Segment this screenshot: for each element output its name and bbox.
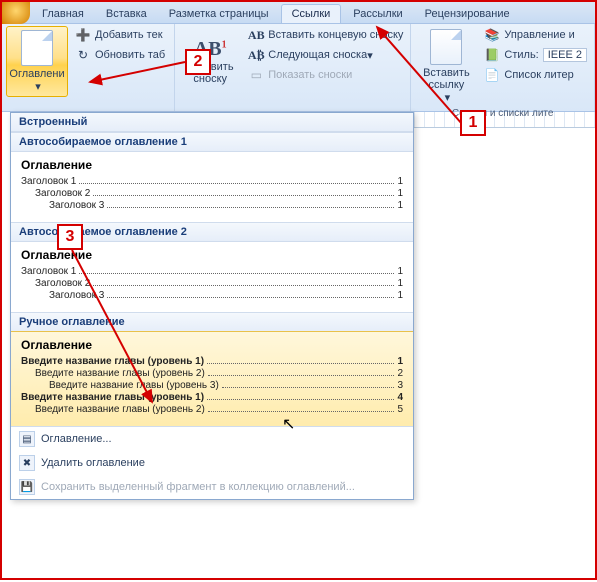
toc-icon bbox=[21, 30, 53, 66]
save-icon: 💾 bbox=[19, 479, 35, 495]
gallery-item-auto1[interactable]: Автособираемое оглавление 1 bbox=[11, 132, 413, 152]
remove-icon: ✖ bbox=[19, 455, 35, 471]
document-icon: ▤ bbox=[19, 431, 35, 447]
toc-title: Оглавление bbox=[21, 158, 403, 172]
insert-endnote-label: Вставить концевую сноску bbox=[268, 29, 403, 41]
next-footnote-icon: A₿ bbox=[248, 47, 264, 63]
tab-references[interactable]: Ссылки bbox=[281, 4, 342, 23]
preview-auto1[interactable]: Оглавление Заголовок 11 Заголовок 21 Заг… bbox=[11, 152, 413, 222]
toc-title: Оглавление bbox=[21, 338, 403, 352]
gallery-footer: ▤ Оглавление... ✖ Удалить оглавление 💾 С… bbox=[11, 426, 413, 499]
toc-label: Оглавлени bbox=[9, 68, 64, 80]
style-selector[interactable]: 📗 Стиль: IEEE 2 bbox=[481, 46, 590, 64]
chevron-down-icon: ▾ bbox=[445, 91, 451, 104]
group-toc-label bbox=[6, 97, 170, 111]
show-footnotes-button[interactable]: ▭ Показать сноски bbox=[245, 66, 406, 84]
insert-endnote-button[interactable]: AB Вставить концевую сноску bbox=[245, 26, 406, 44]
custom-toc-item[interactable]: ▤ Оглавление... bbox=[11, 427, 413, 451]
preview-auto2[interactable]: Оглавление Заголовок 11 Заголовок 21 Заг… bbox=[11, 242, 413, 312]
biblio-icon: 📄 bbox=[484, 67, 500, 83]
manage-icon: 📚 bbox=[484, 27, 500, 43]
toc-gallery: Встроенный Автособираемое оглавление 1 О… bbox=[10, 112, 414, 500]
biblio-label: Список литер bbox=[504, 69, 573, 81]
tab-review[interactable]: Рецензирование bbox=[415, 5, 520, 23]
chevron-down-icon: ▾ bbox=[367, 49, 373, 62]
toc-title: Оглавление bbox=[21, 248, 403, 262]
annotation-1: 1 bbox=[460, 110, 486, 136]
mouse-cursor: ↖ bbox=[282, 414, 295, 434]
toc-l3: Заголовок 3 bbox=[49, 200, 104, 211]
bibliography-button[interactable]: 📄 Список литер bbox=[481, 66, 590, 84]
update-toc-button[interactable]: ↻ Обновить таб bbox=[72, 46, 168, 64]
insert-citation-label: Вставить ссылку bbox=[423, 67, 470, 91]
save-toc-label: Сохранить выделенный фрагмент в коллекци… bbox=[41, 481, 355, 493]
plus-icon: ➕ bbox=[75, 27, 91, 43]
toc-l2: Заголовок 2 bbox=[35, 188, 90, 199]
office-button[interactable] bbox=[2, 2, 30, 24]
group-citations: Вставить ссылку ▾ 📚 Управление и 📗 Стиль… bbox=[411, 24, 595, 111]
annotation-2: 2 bbox=[185, 49, 211, 75]
next-footnote-label: Следующая сноска bbox=[268, 49, 367, 61]
add-text-button[interactable]: ➕ Добавить тек bbox=[72, 26, 168, 44]
style-value: IEEE 2 bbox=[543, 48, 587, 62]
add-text-label: Добавить тек bbox=[95, 29, 163, 41]
custom-toc-label: Оглавление... bbox=[41, 433, 112, 445]
style-label: Стиль: bbox=[504, 49, 538, 61]
preview-manual[interactable]: Оглавление Введите название главы (урове… bbox=[11, 331, 413, 427]
toc-button[interactable]: Оглавлени ▾ bbox=[6, 26, 68, 97]
annotation-3: 3 bbox=[57, 224, 83, 250]
show-footnotes-label: Показать сноски bbox=[268, 69, 352, 81]
remove-toc-label: Удалить оглавление bbox=[41, 457, 145, 469]
tab-insert[interactable]: Вставка bbox=[96, 5, 157, 23]
chevron-down-icon: ▾ bbox=[35, 80, 41, 93]
remove-toc-item[interactable]: ✖ Удалить оглавление bbox=[11, 451, 413, 475]
refresh-icon: ↻ bbox=[75, 47, 91, 63]
toc-l1: Заголовок 1 bbox=[21, 176, 76, 187]
gallery-item-manual[interactable]: Ручное оглавление bbox=[11, 312, 413, 332]
ribbon: Оглавлени ▾ ➕ Добавить тек ↻ Обновить та… bbox=[2, 24, 595, 112]
tab-mail[interactable]: Рассылки bbox=[343, 5, 412, 23]
next-footnote-button[interactable]: A₿ Следующая сноска ▾ bbox=[245, 46, 406, 64]
manage-sources-button[interactable]: 📚 Управление и bbox=[481, 26, 590, 44]
update-label: Обновить таб bbox=[95, 49, 165, 61]
endnote-icon: AB bbox=[248, 27, 264, 43]
group-citations-label: Ссылки и списки лите bbox=[415, 107, 590, 121]
style-icon: 📗 bbox=[484, 47, 500, 63]
citation-icon bbox=[430, 29, 462, 65]
tab-layout[interactable]: Разметка страницы bbox=[159, 5, 279, 23]
group-toc: Оглавлени ▾ ➕ Добавить тек ↻ Обновить та… bbox=[2, 24, 175, 111]
gallery-header-builtin: Встроенный bbox=[11, 113, 413, 132]
insert-citation-button[interactable]: Вставить ссылку ▾ bbox=[415, 26, 477, 107]
group-footnotes-label bbox=[179, 97, 406, 111]
show-notes-icon: ▭ bbox=[248, 67, 264, 83]
ribbon-tabs: Главная Вставка Разметка страницы Ссылки… bbox=[2, 2, 595, 24]
manage-label: Управление и bbox=[504, 29, 574, 41]
save-toc-item: 💾 Сохранить выделенный фрагмент в коллек… bbox=[11, 475, 413, 499]
tab-home[interactable]: Главная bbox=[32, 5, 94, 23]
